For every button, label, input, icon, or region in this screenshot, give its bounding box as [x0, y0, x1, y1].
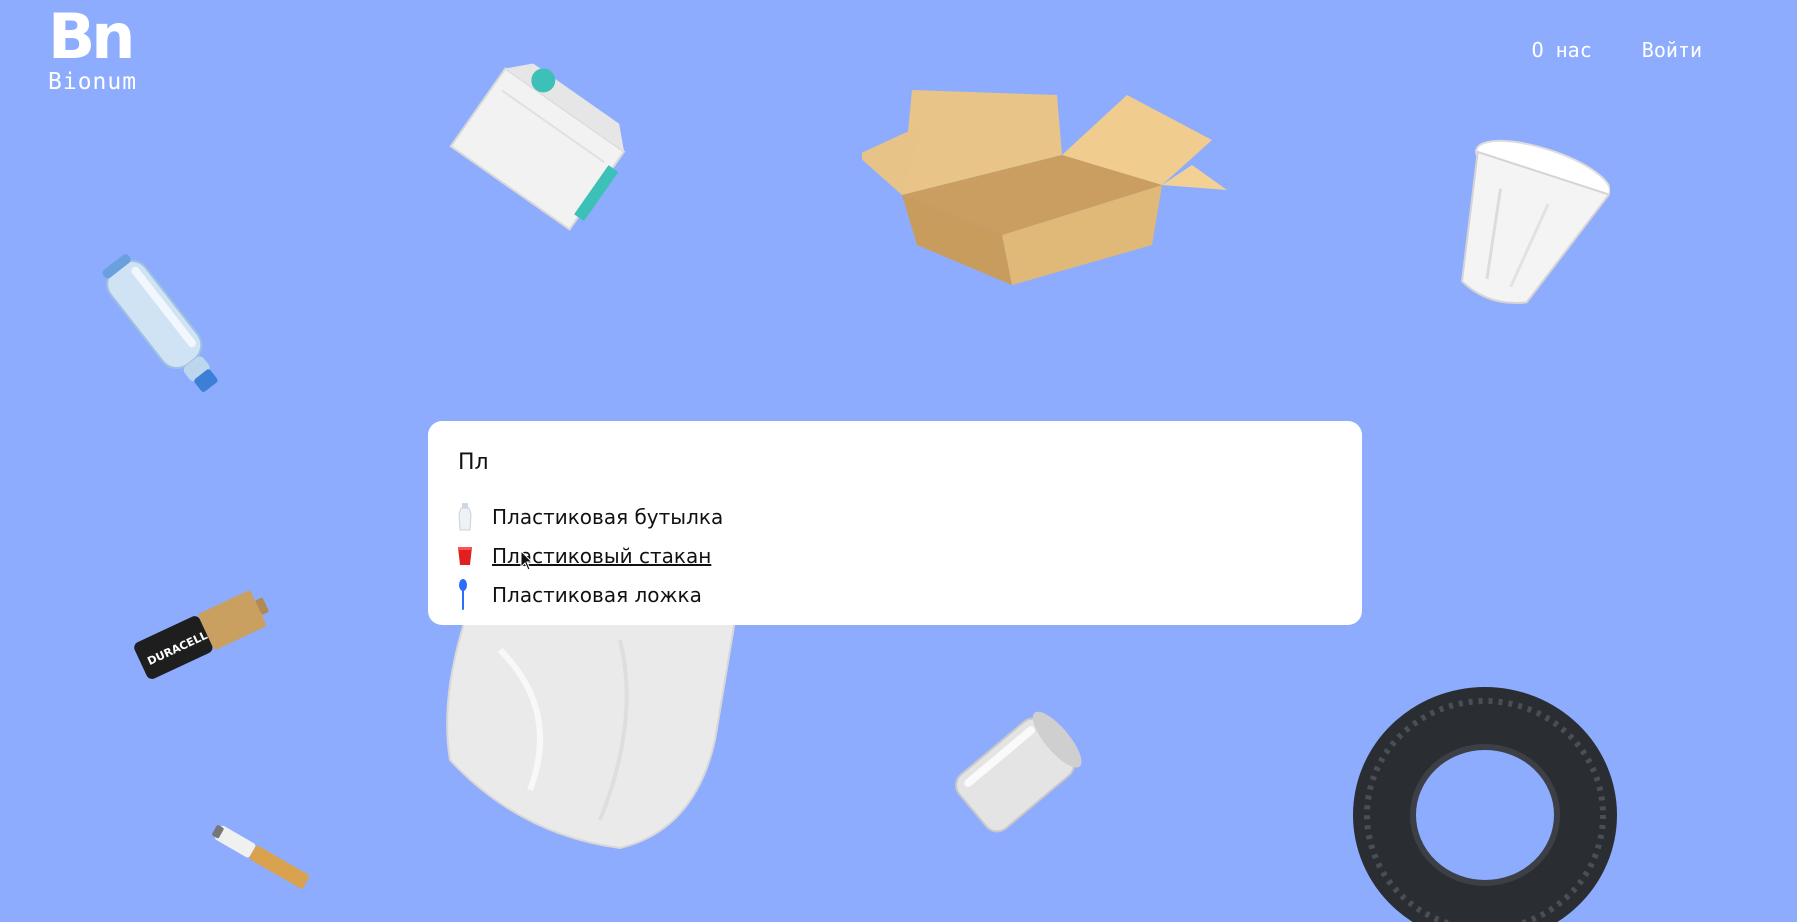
plastic-cup-image	[1460, 139, 1610, 304]
plastic-bag-image	[446, 620, 737, 850]
plastic-bottle-image	[102, 254, 218, 392]
logo-mark: Bn	[48, 0, 135, 73]
battery-image: DURACELL	[134, 590, 269, 679]
search-result-item[interactable]: Пластиковая бутылка	[456, 497, 1316, 536]
top-nav: О нас Войти	[1532, 38, 1702, 62]
plastic-bottle-icon	[456, 502, 478, 532]
logo-wordmark: Bionum	[48, 69, 138, 95]
cardboard-box-image	[862, 90, 1227, 285]
tyre-image	[1353, 687, 1617, 922]
search-result-item[interactable]: Пластиковый стакан	[456, 536, 1316, 575]
plastic-spoon-icon	[456, 578, 478, 610]
search-result-label: Пластиковая ложка	[492, 582, 702, 607]
search-panel: Пластиковая бутылка Пластиковый стакан П…	[428, 421, 1362, 625]
search-result-label: Пластиковая бутылка	[492, 504, 724, 529]
mouse-cursor-icon	[520, 550, 534, 571]
search-results: Пластиковая бутылка Пластиковый стакан П…	[456, 497, 1316, 614]
search-result-item[interactable]: Пластиковая ложка	[456, 575, 1316, 614]
nav-about-link[interactable]: О нас	[1532, 38, 1592, 62]
search-input[interactable]	[456, 441, 1320, 483]
milk-carton-image	[449, 63, 626, 231]
nav-login-link[interactable]: Войти	[1642, 38, 1702, 62]
aluminium-can-image	[955, 711, 1082, 833]
cigarette-butt-image	[212, 825, 310, 889]
plastic-cup-icon	[456, 541, 478, 571]
logo[interactable]: Bn Bionum	[48, 0, 138, 95]
